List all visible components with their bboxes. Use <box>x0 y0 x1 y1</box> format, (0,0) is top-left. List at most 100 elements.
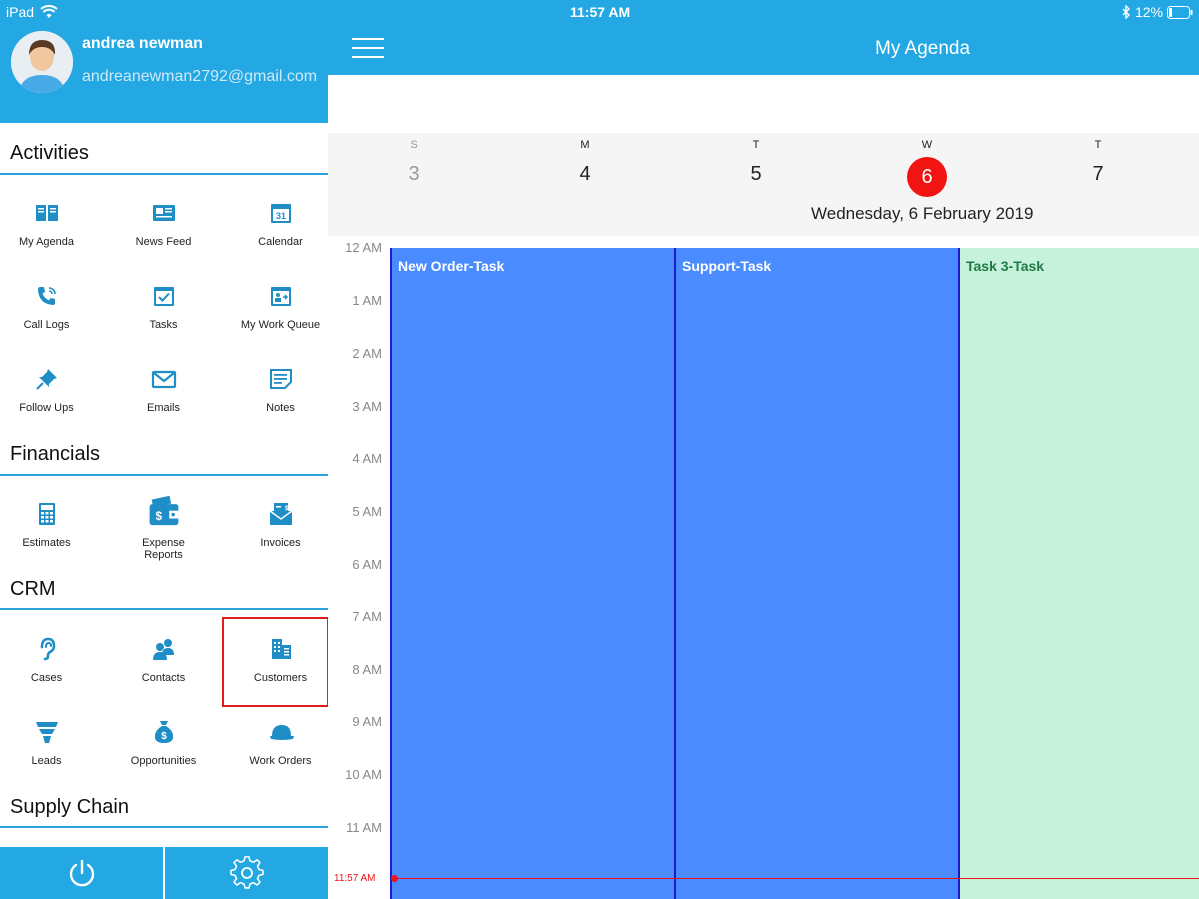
tile-label: Call Logs <box>23 319 70 331</box>
tile-my-work-queue[interactable]: My Work Queue <box>222 283 328 331</box>
profile-header: iPad andrea newman andreanewman2792@gmai… <box>0 0 328 123</box>
current-time-dot <box>391 875 398 882</box>
settings-button[interactable] <box>163 847 328 899</box>
tile-label: Calendar <box>258 236 303 248</box>
event-title: New Order-Task <box>398 258 505 274</box>
tile-label: Opportunities <box>130 755 197 767</box>
envelope-icon <box>151 366 177 392</box>
tile-follow-ups[interactable]: Follow Ups <box>0 366 105 414</box>
calculator-icon <box>34 501 60 527</box>
tile-contacts[interactable]: Contacts <box>105 636 222 684</box>
current-time-label: 11:57 AM <box>334 873 376 884</box>
hour-label: 4 AM <box>352 451 382 466</box>
tile-tasks[interactable]: Tasks <box>105 283 222 331</box>
user-name: andrea newman <box>82 35 203 52</box>
tile-label: Cases <box>30 672 63 684</box>
newspaper-icon <box>151 200 177 226</box>
money-bag-icon: $ <box>151 719 177 745</box>
tile-cases[interactable]: Cases <box>0 636 105 684</box>
agenda-panel: 11:57 AM 12% My Agenda S 3 M 4 T 5 W 6 T <box>328 0 1199 899</box>
person-avatar-icon <box>11 31 73 93</box>
hour-label: 6 AM <box>352 557 382 572</box>
tile-opportunities[interactable]: $ Opportunities <box>105 719 222 767</box>
tile-label: Tasks <box>149 319 178 331</box>
phone-icon <box>34 283 60 309</box>
battery-icon <box>1167 5 1193 19</box>
logout-button[interactable] <box>0 847 163 899</box>
checkbox-calendar-icon <box>151 283 177 309</box>
tile-label: News Feed <box>135 236 192 248</box>
tile-emails[interactable]: Emails <box>105 366 222 414</box>
cap-icon <box>268 719 294 745</box>
tile-label: Contacts <box>141 672 186 684</box>
section-divider <box>0 826 328 828</box>
power-icon <box>69 859 94 887</box>
bluetooth-icon <box>1122 5 1130 19</box>
status-left: iPad <box>6 4 58 20</box>
gear-icon <box>229 856 264 889</box>
tile-calendar[interactable]: 31 Calendar <box>222 200 328 248</box>
day-timeline[interactable]: 12 AM 1 AM 2 AM 3 AM 4 AM 5 AM 6 AM 7 AM… <box>328 236 1199 899</box>
section-title-financials: Financials <box>10 443 101 465</box>
avatar[interactable] <box>11 31 73 93</box>
hour-label: 7 AM <box>352 609 382 624</box>
tile-leads[interactable]: Leads <box>0 719 105 767</box>
hamburger-menu-button[interactable] <box>352 38 384 60</box>
hour-label: 3 AM <box>352 399 382 414</box>
selected-date-caption: Wednesday, 6 February 2019 <box>811 204 1034 223</box>
day-tuesday[interactable]: T 5 <box>726 139 786 186</box>
notes-icon <box>268 366 294 392</box>
tile-estimates[interactable]: Estimates <box>0 501 105 549</box>
customers-highlight-box <box>222 617 328 707</box>
svg-text:$: $ <box>161 731 167 742</box>
event-title: Support-Task <box>682 258 772 274</box>
day-sunday[interactable]: S 3 <box>384 139 444 186</box>
section-divider <box>0 173 328 175</box>
user-email: andreanewman2792@gmail.com <box>82 68 318 85</box>
event-task-3-task[interactable]: Task 3-Task <box>958 248 1199 899</box>
tile-call-logs[interactable]: Call Logs <box>0 283 105 331</box>
status-right: 12% <box>1121 4 1193 20</box>
calendar-icon: 31 <box>268 200 294 226</box>
section-divider <box>0 608 328 610</box>
work-queue-icon <box>268 283 294 309</box>
tile-news-feed[interactable]: News Feed <box>105 200 222 248</box>
svg-text:31: 31 <box>275 211 285 221</box>
sidebar-footer <box>0 847 328 899</box>
tile-label: Invoices <box>260 537 301 549</box>
event-support-task[interactable]: Support-Task <box>674 248 959 899</box>
page-title: My Agenda <box>875 38 971 59</box>
funnel-icon <box>34 719 60 745</box>
status-time: 11:57 AM <box>570 4 631 20</box>
tile-notes[interactable]: Notes <box>222 366 328 414</box>
hour-label: 2 AM <box>352 346 382 361</box>
tile-my-agenda[interactable]: My Agenda <box>0 200 105 248</box>
event-title: Task 3-Task <box>966 258 1045 274</box>
tile-label: My Work Queue <box>240 319 321 331</box>
tile-label: Expense Reports <box>142 537 185 561</box>
tile-label: Estimates <box>22 537 71 549</box>
day-wednesday-selected[interactable]: W 6 <box>897 139 957 197</box>
current-time-line <box>392 878 1199 879</box>
day-thursday[interactable]: T 7 <box>1068 139 1128 186</box>
pin-icon <box>34 366 60 392</box>
svg-text:$: $ <box>155 510 162 523</box>
wallet-icon: $ <box>147 495 181 529</box>
section-title-supply-chain: Supply Chain <box>10 796 129 818</box>
invoice-envelope-icon: $ <box>268 501 294 527</box>
hour-label: 8 AM <box>352 662 382 677</box>
device-label: iPad <box>6 4 35 20</box>
wifi-icon <box>40 5 58 18</box>
tile-invoices[interactable]: $ Invoices <box>222 501 328 549</box>
book-icon <box>34 200 60 226</box>
section-divider <box>0 474 328 476</box>
hour-label: 11 AM <box>346 820 382 835</box>
hour-label: 12 AM <box>345 240 382 255</box>
section-title-activities: Activities <box>10 142 89 164</box>
tile-label: Emails <box>146 402 180 414</box>
event-new-order-task[interactable]: New Order-Task <box>390 248 675 899</box>
day-monday[interactable]: M 4 <box>555 139 615 186</box>
hour-label: 5 AM <box>352 504 382 519</box>
tile-work-orders[interactable]: Work Orders <box>222 719 328 767</box>
tile-expense-reports[interactable]: $ Expense Reports <box>105 495 222 561</box>
